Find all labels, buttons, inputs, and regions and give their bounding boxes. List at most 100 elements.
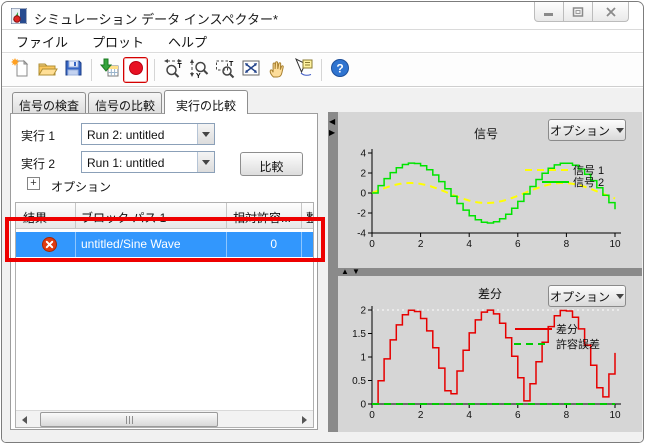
- open-button[interactable]: [34, 57, 59, 83]
- collapse-left-icon[interactable]: ◀: [329, 118, 335, 126]
- new-button[interactable]: [8, 57, 33, 83]
- record-icon: [125, 57, 147, 84]
- svg-text:4: 4: [466, 239, 472, 250]
- svg-text:0.5: 0.5: [352, 376, 366, 387]
- svg-text:0: 0: [360, 400, 366, 411]
- horizontal-splitter[interactable]: ▲ ▼: [338, 268, 642, 276]
- result-row-selected[interactable]: untitled/Sine Wave 0: [16, 232, 313, 257]
- record-button[interactable]: [123, 57, 148, 83]
- col-align[interactable]: 整: [302, 203, 314, 229]
- cell-align: [302, 232, 314, 257]
- save-icon: [62, 57, 84, 84]
- svg-text:0: 0: [360, 189, 366, 200]
- help-icon: ?: [329, 57, 351, 84]
- scroll-left-button[interactable]: [16, 411, 33, 428]
- close-icon: [605, 7, 617, 17]
- menu-plot[interactable]: プロット: [82, 30, 154, 53]
- menu-bar: ファイル プロット ヘルプ: [2, 31, 643, 53]
- results-table-header: 結果 ブロック パス 1 相対許容... 整: [16, 203, 313, 229]
- scrollbar-thumb[interactable]: [40, 412, 218, 427]
- col-relative-tolerance[interactable]: 相対許容...: [227, 203, 302, 229]
- tab-run-compare[interactable]: 実行の比較: [164, 90, 248, 114]
- pan-icon: [266, 57, 288, 84]
- zoom-in-time-button[interactable]: T: [160, 57, 185, 83]
- results-table: 結果 ブロック パス 1 相対許容... 整 untitled/Sine Wav…: [15, 202, 314, 428]
- svg-text:4: 4: [466, 410, 472, 421]
- import-button[interactable]: [97, 57, 122, 83]
- data-cursor-button[interactable]: [290, 57, 315, 83]
- svg-text:4: 4: [360, 149, 366, 160]
- options-label: オプション: [51, 178, 111, 195]
- run1-select[interactable]: Run 2: untitled: [81, 123, 215, 145]
- toolbar-separator: [154, 59, 155, 81]
- run2-dropdown-arrow[interactable]: [197, 152, 214, 172]
- toolbar-separator: [321, 59, 322, 81]
- save-button[interactable]: [60, 57, 85, 83]
- vertical-splitter[interactable]: ◀ ▶: [328, 112, 338, 432]
- zoom-in-xy-button[interactable]: T: [212, 57, 237, 83]
- menu-file[interactable]: ファイル: [6, 30, 78, 53]
- svg-text:Y: Y: [196, 73, 201, 79]
- diff-options-button[interactable]: オプション: [548, 285, 626, 307]
- tab-signal-compare[interactable]: 信号の比較: [88, 92, 162, 113]
- run1-dropdown-arrow[interactable]: [197, 124, 214, 144]
- options-expander[interactable]: +: [27, 177, 40, 190]
- collapse-down-icon[interactable]: ▼: [352, 267, 360, 276]
- svg-text:0: 0: [369, 239, 375, 250]
- svg-text:信号 1: 信号 1: [573, 164, 604, 177]
- cell-block-path: untitled/Sine Wave: [76, 232, 227, 257]
- svg-text:許容誤差: 許容誤差: [556, 337, 600, 351]
- run-compare-panel: 実行 1 Run 2: untitled 実行 2 Run 1: untitle…: [10, 113, 318, 430]
- svg-text:1: 1: [360, 353, 366, 364]
- compare-button[interactable]: 比較: [240, 152, 303, 176]
- fit-to-view-button[interactable]: [238, 57, 263, 83]
- minimize-icon: [543, 7, 555, 17]
- pan-button[interactable]: [264, 57, 289, 83]
- minimize-button[interactable]: [534, 2, 564, 22]
- cell-relative-tolerance: 0: [227, 232, 302, 257]
- menu-help[interactable]: ヘルプ: [158, 30, 217, 53]
- diff-options-label: オプション: [550, 288, 610, 305]
- import-icon: [99, 57, 121, 84]
- svg-text:-4: -4: [357, 229, 366, 240]
- collapse-up-icon[interactable]: ▲: [341, 267, 349, 276]
- svg-text:差分: 差分: [556, 322, 578, 336]
- col-block-path[interactable]: ブロック パス 1: [76, 203, 227, 229]
- svg-text:T: T: [229, 61, 234, 68]
- svg-text:-2: -2: [357, 209, 366, 220]
- tab-signal-inspect[interactable]: 信号の検査: [12, 92, 86, 113]
- new-icon: [10, 57, 32, 84]
- toolbar: T Y T?: [2, 54, 643, 87]
- window-title: シミュレーション データ インスペクター*: [34, 9, 278, 28]
- svg-text:6: 6: [515, 410, 521, 421]
- zoom-in-y-button[interactable]: Y: [186, 57, 211, 83]
- svg-text:信号: 信号: [474, 127, 498, 141]
- error-icon: [42, 237, 57, 255]
- help-button[interactable]: ?: [327, 57, 352, 83]
- svg-text:2: 2: [418, 410, 424, 421]
- svg-text:0: 0: [369, 410, 375, 421]
- close-button[interactable]: [592, 2, 629, 22]
- svg-text:1.5: 1.5: [352, 329, 366, 340]
- signals-options-button[interactable]: オプション: [548, 119, 626, 141]
- run2-select[interactable]: Run 1: untitled: [81, 151, 215, 173]
- signals-options-label: オプション: [550, 122, 610, 139]
- svg-text:2: 2: [360, 169, 366, 180]
- main-content: 信号の検査 信号の比較 実行の比較 実行 1 Run 2: untitled 実…: [2, 88, 643, 442]
- zoom-in-xy-icon: T: [214, 57, 236, 84]
- svg-text:8: 8: [564, 239, 570, 250]
- app-icon: [11, 8, 27, 24]
- svg-text:8: 8: [564, 410, 570, 421]
- zoom-in-time-icon: T: [162, 57, 184, 84]
- scroll-right-button[interactable]: [296, 411, 313, 428]
- horizontal-scrollbar[interactable]: [16, 410, 313, 427]
- title-bar[interactable]: シミュレーション データ インスペクター*: [2, 2, 643, 30]
- svg-text:10: 10: [609, 410, 621, 421]
- maximize-button[interactable]: [563, 2, 593, 22]
- svg-text:T: T: [177, 63, 182, 70]
- data-cursor-icon: [292, 57, 314, 84]
- run2-value: Run 1: untitled: [87, 156, 164, 170]
- col-result[interactable]: 結果: [16, 203, 76, 229]
- collapse-right-icon[interactable]: ▶: [329, 129, 335, 137]
- svg-text:10: 10: [609, 239, 621, 250]
